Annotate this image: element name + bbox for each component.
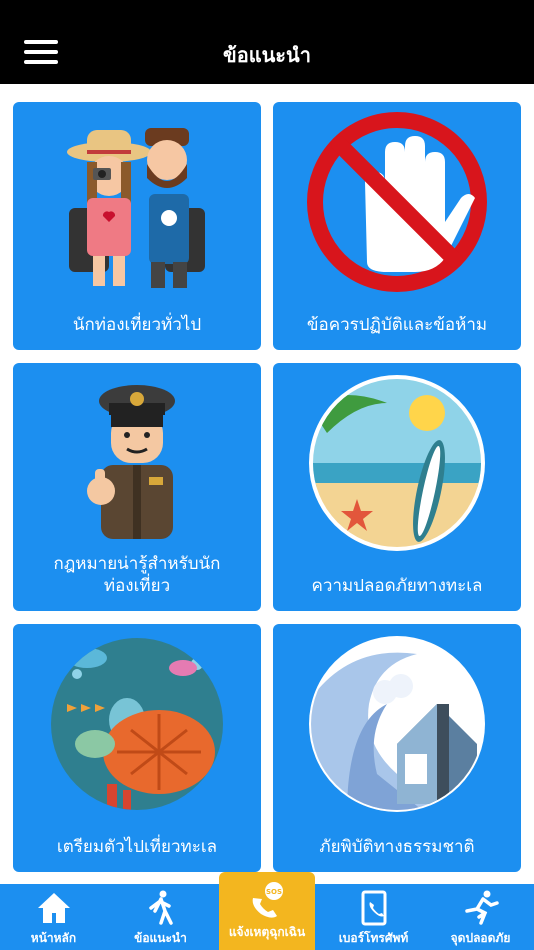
card-general-tourists[interactable]: นักท่องเที่ยวทั่วไป (13, 102, 261, 350)
card-prepare-sea-trip[interactable]: เตรียมตัวไปเที่ยวทะเล (13, 624, 261, 872)
tab-label: จุดปลอดภัย (450, 931, 511, 945)
sea-turtle-illustration (51, 638, 223, 810)
tab-label: หน้าหลัก (30, 931, 77, 945)
running-person-icon (464, 890, 499, 925)
page-title: ข้อแนะนำ (223, 43, 311, 67)
card-dos-and-donts[interactable]: ข้อควรปฏิบัติและข้อห้าม (273, 102, 521, 350)
police-officer-illustration (87, 385, 175, 539)
card-label: นักท่องเที่ยวทั่วไป (72, 315, 202, 335)
sos-phone-icon: SOS (252, 882, 283, 918)
beach-surfboard-illustration (309, 375, 485, 551)
card-laws-for-tourists[interactable]: กฎหมายน่ารู้สำหรับนัก ท่องเที่ยว (13, 363, 261, 611)
stop-hand-illustration (307, 112, 487, 292)
tourists-illustration (67, 128, 205, 288)
card-label: เตรียมตัวไปเที่ยวทะเล (56, 837, 218, 857)
phone-book-icon (361, 890, 386, 926)
tab-safe-points[interactable]: จุดปลอดภัย (427, 884, 534, 950)
walking-person-icon (148, 890, 173, 925)
card-label: ภัยพิบัติทางธรรมชาติ (319, 837, 475, 857)
tab-home[interactable]: หน้าหลัก (0, 884, 107, 950)
top-bar: ข้อแนะนำ (0, 0, 534, 84)
sos-badge-text: SOS (266, 888, 282, 896)
card-label: กฎหมายน่ารู้สำหรับนัก ท่องเที่ยว (53, 554, 221, 596)
home-icon (37, 893, 70, 923)
tab-phone-numbers[interactable]: เบอร์โทรศัพท์ (320, 884, 427, 950)
tab-label: ข้อแนะนำ (134, 931, 187, 945)
card-label: ข้อควรปฏิบัติและข้อห้าม (306, 315, 488, 335)
card-sea-safety[interactable]: ความปลอดภัยทางทะเล (273, 363, 521, 611)
card-natural-disasters[interactable]: ภัยพิบัติทางธรรมชาติ (273, 624, 521, 872)
tab-label: เบอร์โทรศัพท์ (338, 931, 409, 945)
tsunami-house-illustration (309, 636, 485, 812)
tab-emergency-sos[interactable]: SOS แจ้งเหตุฉุกเฉิน (219, 872, 315, 950)
tab-advice[interactable]: ข้อแนะนำ (107, 884, 214, 950)
card-label: ความปลอดภัยทางทะเล (311, 576, 483, 596)
tab-label: แจ้งเหตุฉุกเฉิน (228, 925, 306, 939)
